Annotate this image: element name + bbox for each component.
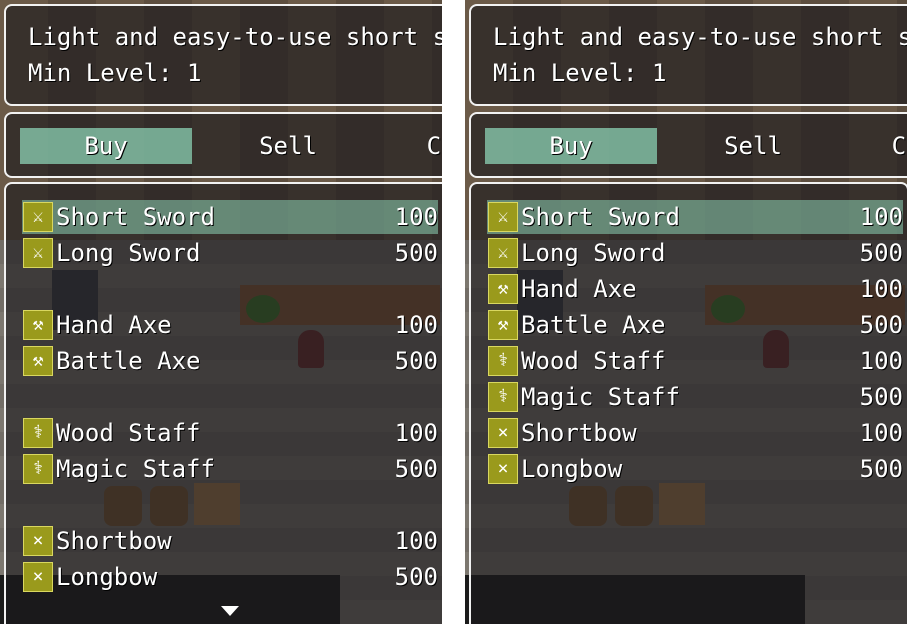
item-price: 500: [394, 455, 438, 483]
shop-screen-left: Light and easy-to-use short sword. Min L…: [0, 0, 442, 624]
help-window: Light and easy-to-use short sword. Min L…: [469, 4, 907, 106]
staff-icon: ⚕: [488, 382, 518, 412]
command-window: Buy Sell Cancel: [469, 112, 907, 178]
shop-item-row[interactable]: ⚔ Long Sword 500: [487, 236, 903, 270]
item-price: 100: [394, 419, 438, 447]
sell-command[interactable]: Sell: [667, 128, 839, 164]
shop-item-row[interactable]: ⚕ Magic Staff 500: [487, 380, 903, 414]
item-price: 100: [859, 203, 903, 231]
buy-command[interactable]: Buy: [485, 128, 657, 164]
item-list-window: ⚔ Short Sword 100 ⚔ Long Sword 500 ⚒ Hand Axe 10…: [469, 182, 907, 624]
item-name: Long Sword: [521, 239, 666, 267]
item-price: 100: [859, 275, 903, 303]
item-price: 100: [394, 311, 438, 339]
item-price: 500: [394, 347, 438, 375]
item-name: Hand Axe: [56, 311, 172, 339]
shop-item-row[interactable]: ⚔ Short Sword 100: [487, 200, 903, 234]
shop-item-row[interactable]: ⨯ Longbow 500: [487, 452, 903, 486]
item-name: Wood Staff: [521, 347, 666, 375]
help-window: Light and easy-to-use short sword. Min L…: [4, 4, 442, 106]
sword-icon: ⚔: [488, 238, 518, 268]
bow-icon: ⨯: [23, 526, 53, 556]
item-price: 100: [859, 347, 903, 375]
item-name: Wood Staff: [56, 419, 201, 447]
item-name: Longbow: [56, 563, 158, 591]
axe-icon: ⚒: [488, 310, 518, 340]
item-name: Magic Staff: [521, 383, 680, 411]
item-name: Battle Axe: [521, 311, 666, 339]
item-name: Shortbow: [56, 527, 172, 555]
item-name: Longbow: [521, 455, 623, 483]
item-name: Short Sword: [56, 203, 215, 231]
item-name: Battle Axe: [56, 347, 201, 375]
item-list-window: ⚔ Short Sword 100 ⚔ Long Sword 500 ⚒ Hand Axe 10…: [4, 182, 442, 624]
item-name: Shortbow: [521, 419, 637, 447]
item-price: 500: [394, 563, 438, 591]
shop-item-row[interactable]: ⚕ Wood Staff 100: [22, 416, 438, 450]
min-level-text: Min Level: 1: [493, 59, 667, 87]
scroll-down-icon[interactable]: [221, 606, 239, 616]
item-price: 500: [394, 239, 438, 267]
shop-item-row[interactable]: ⚕ Magic Staff 500: [22, 452, 438, 486]
cancel-command[interactable]: Cancel: [384, 128, 442, 164]
axe-icon: ⚒: [23, 346, 53, 376]
item-price: 500: [859, 455, 903, 483]
shop-item-row[interactable]: ⨯ Shortbow 100: [487, 416, 903, 450]
cancel-command[interactable]: Cancel: [849, 128, 907, 164]
shop-item-row[interactable]: ⨯ Longbow 500: [22, 560, 438, 594]
item-price: 500: [859, 311, 903, 339]
item-description: Light and easy-to-use short sword.: [493, 23, 907, 51]
staff-icon: ⚕: [23, 418, 53, 448]
item-price: 500: [859, 239, 903, 267]
bow-icon: ⨯: [23, 562, 53, 592]
shop-item-row[interactable]: ⨯ Shortbow 100: [22, 524, 438, 558]
bow-icon: ⨯: [488, 418, 518, 448]
sword-icon: ⚔: [23, 202, 53, 232]
sword-icon: ⚔: [23, 238, 53, 268]
buy-command[interactable]: Buy: [20, 128, 192, 164]
shop-screen-right: Light and easy-to-use short sword. Min L…: [465, 0, 907, 624]
axe-icon: ⚒: [488, 274, 518, 304]
item-description: Light and easy-to-use short sword.: [28, 23, 442, 51]
staff-icon: ⚕: [23, 454, 53, 484]
sell-command[interactable]: Sell: [202, 128, 374, 164]
axe-icon: ⚒: [23, 310, 53, 340]
sword-icon: ⚔: [488, 202, 518, 232]
shop-item-row[interactable]: ⚒ Hand Axe 100: [22, 308, 438, 342]
bow-icon: ⨯: [488, 454, 518, 484]
shop-item-row[interactable]: ⚒ Battle Axe 500: [487, 308, 903, 342]
command-window: Buy Sell Cancel: [4, 112, 442, 178]
item-name: Hand Axe: [521, 275, 637, 303]
item-price: 100: [394, 527, 438, 555]
shop-item-row[interactable]: ⚕ Wood Staff 100: [487, 344, 903, 378]
shop-item-row[interactable]: ⚒ Battle Axe 500: [22, 344, 438, 378]
item-name: Magic Staff: [56, 455, 215, 483]
min-level-text: Min Level: 1: [28, 59, 202, 87]
shop-item-row[interactable]: ⚒ Hand Axe 100: [487, 272, 903, 306]
item-price: 100: [394, 203, 438, 231]
item-price: 100: [859, 419, 903, 447]
item-name: Short Sword: [521, 203, 680, 231]
item-price: 500: [859, 383, 903, 411]
shop-item-row[interactable]: ⚔ Long Sword 500: [22, 236, 438, 270]
item-name: Long Sword: [56, 239, 201, 267]
staff-icon: ⚕: [488, 346, 518, 376]
shop-item-row[interactable]: ⚔ Short Sword 100: [22, 200, 438, 234]
